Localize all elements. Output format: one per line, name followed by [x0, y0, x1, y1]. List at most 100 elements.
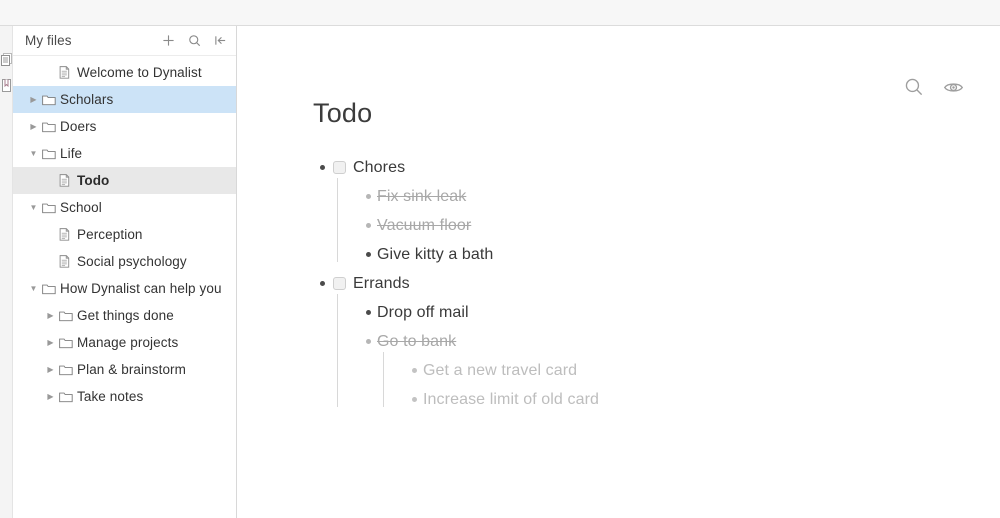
bullet-icon[interactable] [405, 368, 423, 373]
folder-icon [42, 148, 59, 160]
sidebar-item-school[interactable]: ▼ School [13, 194, 236, 221]
sidebar-header-actions [161, 33, 228, 48]
outline-item[interactable]: Vacuum floor [359, 211, 1000, 240]
outline-item[interactable]: Give kitty a bath [359, 240, 1000, 269]
sidebar-item-perception[interactable]: ▶Perception [13, 221, 236, 248]
chevron-down-icon[interactable]: ▼ [25, 149, 42, 158]
folder-icon [42, 202, 59, 214]
sidebar-header: My files [13, 26, 236, 56]
outline-node: Fix sink leak [359, 182, 1000, 211]
chevron-right-icon[interactable]: ▶ [42, 365, 59, 374]
sidebar-item-label: School [60, 200, 102, 215]
bullet-icon[interactable] [313, 165, 331, 170]
bullet-icon[interactable] [359, 252, 377, 257]
folder-icon [42, 94, 59, 106]
add-icon[interactable] [161, 33, 176, 48]
folder-icon [59, 391, 76, 403]
sidebar-item-todo[interactable]: ▶Todo [13, 167, 236, 194]
sidebar-item-label: Scholars [60, 92, 114, 107]
document-actions [903, 76, 964, 98]
folder-icon [59, 310, 76, 322]
chevron-right-icon[interactable]: ▶ [25, 95, 42, 104]
checkbox[interactable] [333, 277, 346, 290]
sidebar-item-label: Get things done [77, 308, 174, 323]
outline-children: Get a new travel card Increase limit of o… [383, 352, 1000, 414]
sidebar-item-doers[interactable]: ▶ Doers [13, 113, 236, 140]
search-icon[interactable] [903, 76, 925, 98]
outline-item-text[interactable]: Get a new travel card [423, 361, 577, 380]
outline-item[interactable]: Drop off mail [359, 298, 1000, 327]
left-icon-rail [0, 26, 13, 518]
outline-item-text[interactable]: Drop off mail [377, 303, 469, 322]
folder-icon [59, 337, 76, 349]
app-body: My files Welcome to Dynalist ▶ Scholars … [0, 26, 1000, 518]
outline-node: Give kitty a bath [359, 240, 1000, 269]
sidebar-item-label: Plan & brainstorm [77, 362, 186, 377]
outline-item[interactable]: Get a new travel card [405, 356, 1000, 385]
outline-node: Chores Fix sink leak Vacuum floor Give kitt… [313, 153, 1000, 269]
search-icon[interactable] [187, 33, 202, 48]
checkbox[interactable] [333, 161, 346, 174]
chevron-down-icon[interactable]: ▼ [25, 284, 42, 293]
outline-root: Chores Fix sink leak Vacuum floor Give kitt… [313, 153, 1000, 414]
sidebar-item-social-psychology[interactable]: ▶Social psychology [13, 248, 236, 275]
sidebar-item-label: Doers [60, 119, 97, 134]
outline-item[interactable]: Fix sink leak [359, 182, 1000, 211]
sidebar: My files Welcome to Dynalist ▶ Scholars … [13, 26, 237, 518]
bullet-icon[interactable] [313, 281, 331, 286]
bullet-icon[interactable] [405, 397, 423, 402]
sidebar-item-label: Manage projects [77, 335, 179, 350]
chevron-right-icon[interactable]: ▶ [25, 122, 42, 131]
window-chrome-bar [0, 0, 1000, 26]
outline-item-text[interactable]: Give kitty a bath [377, 245, 493, 264]
documents-icon[interactable] [0, 53, 12, 66]
outline-item[interactable]: Increase limit of old card [405, 385, 1000, 414]
outline-item-text[interactable]: Vacuum floor [377, 216, 471, 235]
sidebar-item-label: Social psychology [77, 254, 187, 269]
outline-item-text[interactable]: Errands [353, 274, 410, 293]
outline-node: Increase limit of old card [405, 385, 1000, 414]
bullet-icon[interactable] [359, 194, 377, 199]
folder-icon [42, 283, 59, 295]
outline-item[interactable]: Chores [313, 153, 1000, 182]
sidebar-title: My files [25, 33, 72, 48]
chevron-right-icon[interactable]: ▶ [42, 338, 59, 347]
chevron-right-icon[interactable]: ▶ [42, 392, 59, 401]
document-icon [59, 228, 76, 241]
outline-node: Go to bank Get a new travel card Increase … [359, 327, 1000, 414]
sidebar-item-life[interactable]: ▼ Life [13, 140, 236, 167]
eye-icon[interactable] [942, 76, 964, 98]
outline-item[interactable]: Go to bank [359, 327, 1000, 356]
document-icon [59, 174, 76, 187]
outline-item-text[interactable]: Go to bank [377, 332, 456, 351]
page-title[interactable]: Todo [313, 98, 1000, 129]
sidebar-item-get-things-done[interactable]: ▶ Get things done [13, 302, 236, 329]
folder-icon [59, 364, 76, 376]
bullet-icon[interactable] [359, 223, 377, 228]
sidebar-item-label: How Dynalist can help you [60, 281, 222, 296]
outline-item-text[interactable]: Increase limit of old card [423, 390, 599, 409]
chevron-down-icon[interactable]: ▼ [25, 203, 42, 212]
outline-item[interactable]: Errands [313, 269, 1000, 298]
sidebar-item-welcome-to-dynalist[interactable]: ▶Welcome to Dynalist [13, 59, 236, 86]
outline-children: Fix sink leak Vacuum floor Give kitty a ba… [337, 178, 1000, 269]
collapse-sidebar-icon[interactable] [213, 33, 228, 48]
file-tree: ▶Welcome to Dynalist ▶ Scholars ▶ Doers ▼ Life… [13, 56, 236, 518]
sidebar-item-label: Life [60, 146, 83, 161]
sidebar-item-scholars[interactable]: ▶ Scholars [13, 86, 236, 113]
outline-item-text[interactable]: Chores [353, 158, 405, 177]
outline-node: Errands Drop off mail Go to bank Get a new … [313, 269, 1000, 414]
sidebar-item-manage-projects[interactable]: ▶ Manage projects [13, 329, 236, 356]
bookmarks-icon[interactable] [1, 79, 12, 92]
outline-item-text[interactable]: Fix sink leak [377, 187, 466, 206]
outline-node: Drop off mail [359, 298, 1000, 327]
sidebar-item-take-notes[interactable]: ▶ Take notes [13, 383, 236, 410]
sidebar-item-plan-brainstorm[interactable]: ▶ Plan & brainstorm [13, 356, 236, 383]
outline-node: Get a new travel card [405, 356, 1000, 385]
chevron-right-icon[interactable]: ▶ [42, 311, 59, 320]
bullet-icon[interactable] [359, 339, 377, 344]
dynalist-window: My files Welcome to Dynalist ▶ Scholars … [0, 0, 1000, 518]
bullet-icon[interactable] [359, 310, 377, 315]
sidebar-item-label: Todo [77, 173, 110, 188]
sidebar-item-how-dynalist-can-help-you[interactable]: ▼ How Dynalist can help you [13, 275, 236, 302]
